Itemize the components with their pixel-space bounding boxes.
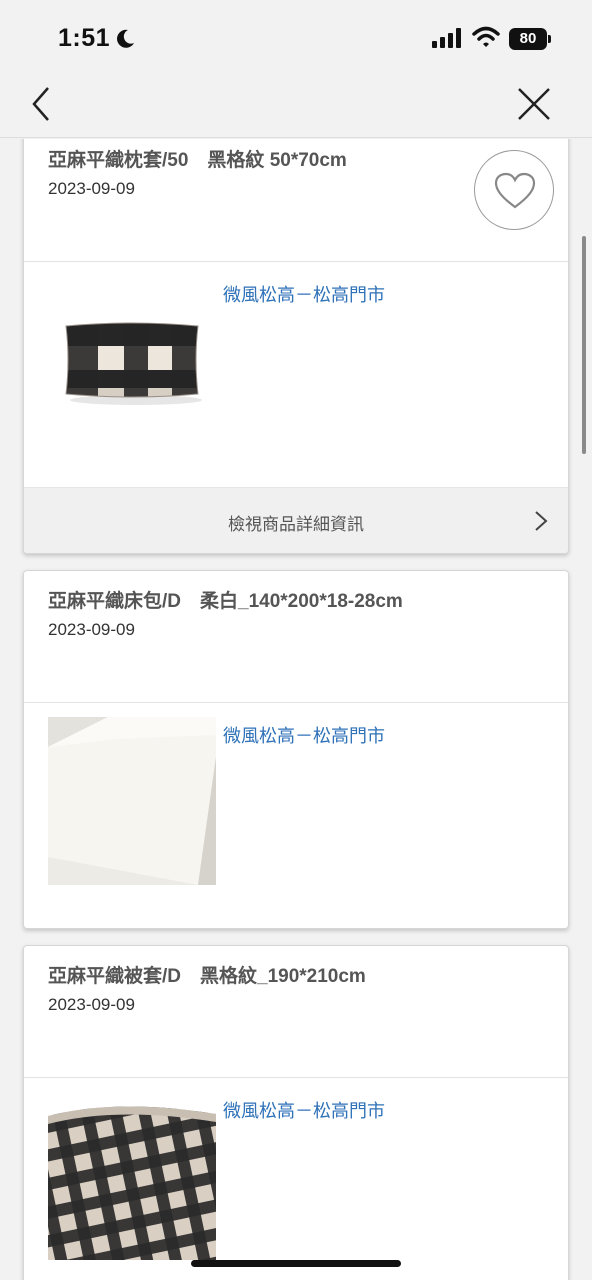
battery-level: 80	[509, 28, 547, 50]
cellular-signal-icon	[432, 28, 461, 48]
product-card-body: 微風松高－松高門市	[24, 703, 568, 928]
store-link[interactable]: 微風松高－松高門市	[223, 722, 385, 748]
product-date: 2023-09-09	[48, 995, 135, 1014]
product-card[interactable]: 亞麻平織枕套/50 黑格紋 50*70cm 2023-09-09 微風松高－松高…	[23, 139, 569, 554]
plaid-pillow-image	[48, 276, 216, 444]
view-details-button[interactable]: 檢視商品詳細資訊	[24, 487, 568, 553]
battery-cap	[548, 35, 551, 43]
white-fitted-sheet-image	[48, 717, 216, 885]
product-title: 亞麻平織枕套/50 黑格紋 50*70cm	[48, 150, 347, 171]
product-title: 亞麻平織被套/D 黑格紋_190*210cm	[48, 966, 366, 987]
status-time: 1:51	[58, 24, 111, 52]
product-card-header: 亞麻平織枕套/50 黑格紋 50*70cm 2023-09-09	[24, 139, 568, 262]
heart-icon	[494, 172, 536, 209]
favorite-button[interactable]	[474, 150, 554, 230]
product-image[interactable]	[48, 717, 216, 885]
product-card-body: 微風松高－松高門市	[24, 262, 568, 487]
product-date: 2023-09-09	[48, 179, 135, 198]
store-link[interactable]: 微風松高－松高門市	[223, 1097, 385, 1123]
moon-icon	[117, 29, 134, 48]
product-card-header: 亞麻平織被套/D 黑格紋_190*210cm 2023-09-09	[24, 946, 568, 1078]
product-list[interactable]: 亞麻平織枕套/50 黑格紋 50*70cm 2023-09-09 微風松高－松高…	[0, 139, 592, 1280]
product-card-header: 亞麻平織床包/D 柔白_140*200*18-28cm 2023-09-09	[24, 571, 568, 703]
plaid-duvet-cover-image	[48, 1092, 216, 1260]
product-card[interactable]: 亞麻平織床包/D 柔白_140*200*18-28cm 2023-09-09 微…	[23, 570, 569, 929]
product-card-body: 微風松高－松高門市	[24, 1078, 568, 1280]
status-bar: 1:51 80	[0, 0, 592, 76]
navigation-bar	[0, 76, 592, 138]
product-title: 亞麻平織床包/D 柔白_140*200*18-28cm	[48, 591, 403, 612]
product-card[interactable]: 亞麻平織被套/D 黑格紋_190*210cm 2023-09-09 微風松高－松…	[23, 945, 569, 1280]
chevron-right-icon	[535, 511, 548, 531]
close-icon[interactable]	[516, 86, 552, 122]
product-image[interactable]	[48, 276, 216, 444]
scrollbar[interactable]	[582, 236, 586, 454]
product-image[interactable]	[48, 1092, 216, 1260]
product-date: 2023-09-09	[48, 620, 135, 639]
chevron-left-icon[interactable]	[26, 84, 56, 124]
view-details-label: 檢視商品詳細資訊	[228, 515, 364, 534]
store-link[interactable]: 微風松高－松高門市	[223, 281, 385, 307]
home-indicator[interactable]	[191, 1260, 401, 1267]
wifi-icon	[472, 26, 500, 47]
battery-icon: 80	[509, 28, 551, 50]
